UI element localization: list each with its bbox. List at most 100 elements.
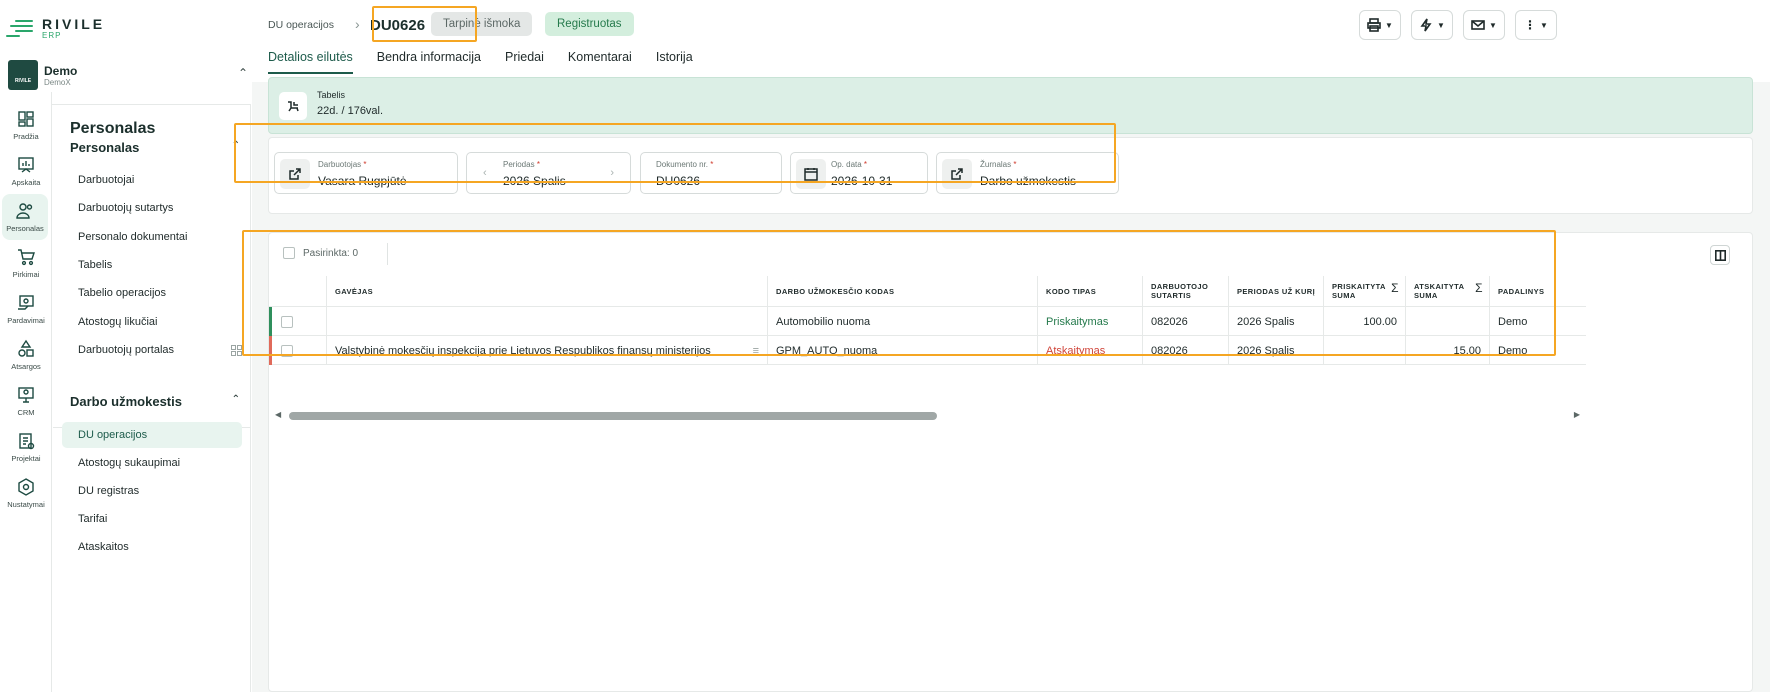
section-personalas-toggle[interactable]: Personalas ⌃ xyxy=(70,140,240,155)
rivile-logo[interactable]: RIVILE ERP xyxy=(6,16,105,42)
sigma-icon[interactable]: Σ xyxy=(1391,282,1399,294)
header-darbo-uzmokescio-kodas[interactable]: DARBO UŽMOKESČIO KODAS xyxy=(768,276,1038,306)
scroll-right-arrow-icon[interactable]: ▶ xyxy=(1574,410,1580,419)
external-link-icon xyxy=(289,168,301,180)
scrollbar-thumb[interactable] xyxy=(289,412,937,420)
chevron-right-icon[interactable]: › xyxy=(610,167,614,179)
rail-item-nustatymai[interactable]: Nustatymai xyxy=(0,470,52,516)
rail-item-apskaita[interactable]: Apskaita xyxy=(0,148,52,194)
sales-icon xyxy=(18,295,34,310)
tab-detalios-eilutes[interactable]: Detalios eilutės xyxy=(268,50,353,74)
sigma-icon[interactable]: Σ xyxy=(1475,282,1483,294)
menu-icon[interactable] xyxy=(6,16,36,42)
header-padalinys[interactable]: PADALINYS xyxy=(1490,276,1586,306)
header-atskaityta-suma[interactable]: ATSKAITYTA SUMA Σ xyxy=(1406,276,1490,306)
module-rail: Pradžia Apskaita Personalas Pirkimai Par… xyxy=(0,92,52,692)
section-darbo-uzmokestis-toggle[interactable]: Darbo užmokestis ⌃ xyxy=(70,394,240,409)
columns-icon xyxy=(1714,249,1726,261)
header-periodas-uz-kuri[interactable]: PERIODAS UŽ KURĮ xyxy=(1229,276,1324,306)
period-field[interactable]: ‹ Periodas * 2026 Spalis › xyxy=(466,152,631,194)
journal-field[interactable]: Žurnalas * Darbo užmokestis xyxy=(936,152,1119,194)
cell-sutartis[interactable]: 082026 xyxy=(1143,336,1229,365)
breadcrumb-du-operacijos[interactable]: DU operacijos xyxy=(268,19,334,31)
cell-priskaityta[interactable] xyxy=(1324,336,1406,365)
cell-padalinys[interactable]: Demo xyxy=(1490,336,1586,365)
header-kodo-tipas[interactable]: KODO TIPAS xyxy=(1038,276,1143,306)
field-value: Vasara Rugpjūtė xyxy=(318,174,407,188)
header-priskaityta-suma[interactable]: PRISKAITYTA SUMA Σ xyxy=(1324,276,1406,306)
field-value: 2026 Spalis xyxy=(503,174,566,188)
sidebar-item-tabelis[interactable]: Tabelis xyxy=(62,252,242,278)
rail-label: CRM xyxy=(17,408,35,417)
document-number-field[interactable]: Dokumento nr. * DU0626 xyxy=(640,152,782,194)
table-row[interactable]: Valstybinė mokesčių inspekcija prie Liet… xyxy=(269,336,1586,365)
sidebar-item-tarifai[interactable]: Tarifai xyxy=(62,506,242,532)
row-checkbox[interactable] xyxy=(281,344,293,357)
calendar-button[interactable] xyxy=(796,159,826,189)
scroll-left-arrow-icon[interactable]: ◀ xyxy=(275,410,281,419)
page-title: DU0626 xyxy=(370,17,426,34)
tab-bendra-informacija[interactable]: Bendra informacija xyxy=(377,50,481,74)
table-row[interactable]: Automobilio nuoma Priskaitymas 082026 20… xyxy=(269,307,1586,336)
clipboard-check-icon xyxy=(19,433,35,450)
cell-padalinys[interactable]: Demo xyxy=(1490,307,1586,336)
sidebar-item-atostogu-likuciai[interactable]: Atostogų likučiai xyxy=(62,309,242,335)
settings-hex-icon xyxy=(18,478,34,496)
rail-item-atsargos[interactable]: Atsargos xyxy=(0,332,52,378)
sidebar-item-darbuotoju-portalas[interactable]: Darbuotojų portalas xyxy=(62,337,242,363)
open-journal-button[interactable] xyxy=(942,159,972,189)
email-menu-button[interactable]: ▼ xyxy=(1463,10,1505,40)
sidebar-item-personalo-dokumentai[interactable]: Personalo dokumentai xyxy=(62,224,242,250)
operation-date-field[interactable]: Op. data * 2026-10-31 xyxy=(790,152,928,194)
drag-handle-icon[interactable]: ≡ xyxy=(753,345,759,357)
cell-priskaityta[interactable]: 100.00 xyxy=(1324,307,1406,336)
cell-periodas[interactable]: 2026 Spalis xyxy=(1229,336,1324,365)
cell-gavejas[interactable] xyxy=(327,307,768,336)
chevron-updown-icon[interactable]: ⌃ xyxy=(238,66,248,80)
cell-kodo-tipas[interactable]: Atskaitymas xyxy=(1038,336,1143,365)
tab-istorija[interactable]: Istorija xyxy=(656,50,693,74)
rail-item-projektai[interactable]: Projektai xyxy=(0,424,52,470)
cell-du-kodas[interactable]: GPM_AUTO_nuoma xyxy=(768,336,1038,365)
chevron-left-icon[interactable]: ‹ xyxy=(483,167,487,179)
cell-atskaityta[interactable] xyxy=(1406,307,1490,336)
sidebar-item-atostogu-sukaupimai[interactable]: Atostogų sukaupimai xyxy=(62,450,242,476)
sidebar-item-du-operacijos[interactable]: DU operacijos xyxy=(62,422,242,448)
sidebar-item-ataskaitos[interactable]: Ataskaitos xyxy=(62,534,242,560)
sidebar-item-darbuotojai[interactable]: Darbuotojai xyxy=(62,167,242,193)
actions-menu-button[interactable]: ▼ xyxy=(1411,10,1453,40)
tabelis-button[interactable] xyxy=(279,92,307,120)
table-header-row: GAVĖJAS DARBO UŽMOKESČIO KODAS KODO TIPA… xyxy=(269,276,1586,307)
sidebar-item-darbuotoju-sutartys[interactable]: Darbuotojų sutartys xyxy=(62,195,242,221)
employee-field[interactable]: Darbuotojas * Vasara Rugpjūtė xyxy=(274,152,458,194)
sidebar-item-tabelio-operacijos[interactable]: Tabelio operacijos xyxy=(62,280,242,306)
tab-priedai[interactable]: Priedai xyxy=(505,50,544,74)
rail-item-pardavimai[interactable]: Pardavimai xyxy=(0,286,52,332)
rail-item-pirkimai[interactable]: Pirkimai xyxy=(0,240,52,286)
cell-atskaityta[interactable]: 15.00 xyxy=(1406,336,1490,365)
rail-item-pradzia[interactable]: Pradžia xyxy=(0,102,52,148)
sidebar-item-label: Darbuotojų portalas xyxy=(78,344,175,356)
rail-item-crm[interactable]: CRM xyxy=(0,378,52,424)
cell-du-kodas[interactable]: Automobilio nuoma xyxy=(768,307,1038,336)
company-switcher[interactable]: RIVILE Demo DemoX ⌃ xyxy=(8,60,248,90)
column-settings-button[interactable] xyxy=(1710,245,1730,265)
chevron-right-icon: › xyxy=(355,16,360,32)
header-gavejas[interactable]: GAVĖJAS xyxy=(327,276,768,306)
open-employee-button[interactable] xyxy=(280,159,310,189)
more-menu-button[interactable]: ⋮ ▼ xyxy=(1515,10,1557,40)
row-checkbox[interactable] xyxy=(281,315,293,328)
cell-sutartis[interactable]: 082026 xyxy=(1143,307,1229,336)
select-all-checkbox[interactable] xyxy=(283,247,295,259)
rail-item-personalas[interactable]: Personalas xyxy=(2,194,48,240)
sidebar-item-du-registras[interactable]: DU registras xyxy=(62,478,242,504)
header-darbuotojo-sutartis[interactable]: DARBUOTOJO SUTARTIS xyxy=(1143,276,1229,306)
company-name: Demo xyxy=(44,63,78,78)
apps-grid-icon xyxy=(231,345,242,356)
cell-kodo-tipas[interactable]: Priskaitymas xyxy=(1038,307,1143,336)
cell-gavejas[interactable]: Valstybinė mokesčių inspekcija prie Liet… xyxy=(327,336,768,365)
print-menu-button[interactable]: ▼ xyxy=(1359,10,1401,40)
tab-komentarai[interactable]: Komentarai xyxy=(568,50,632,74)
cell-periodas[interactable]: 2026 Spalis xyxy=(1229,307,1324,336)
horizontal-scrollbar[interactable]: ◀ ▶ xyxy=(275,410,1580,422)
